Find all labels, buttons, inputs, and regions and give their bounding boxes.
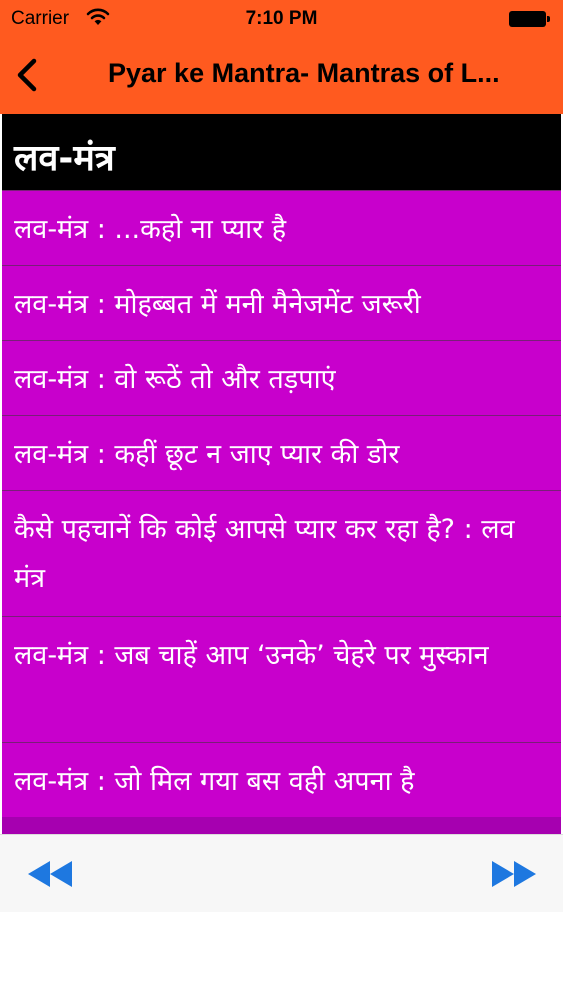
mantra-list[interactable]: लव-मंत्र लव-मंत्र : ...कहो ना प्यार है ल… bbox=[2, 114, 561, 834]
list-item[interactable]: कैसे पहचानें कि कोई आपसे प्यार कर रहा है… bbox=[2, 490, 561, 616]
page-title: Pyar ke Mantra- Mantras of L... bbox=[108, 58, 500, 88]
status-time: 7:10 PM bbox=[245, 8, 318, 29]
status-bar: Carrier 7:10 PM bbox=[0, 0, 563, 38]
section-header: लव-मंत्र bbox=[2, 114, 561, 190]
rewind-icon[interactable] bbox=[28, 861, 72, 887]
bottom-toolbar bbox=[0, 834, 563, 912]
chevron-left-icon[interactable] bbox=[10, 56, 50, 96]
battery-icon bbox=[509, 11, 551, 27]
navigation-bar: Pyar ke Mantra- Mantras of L... bbox=[0, 38, 563, 114]
list-item[interactable]: लव-मंत्र : जो मिल गया बस वही अपना है bbox=[2, 742, 561, 817]
fast-forward-icon[interactable] bbox=[492, 861, 536, 887]
list-item[interactable]: लव-मंत्र : ...कहो ना प्यार है bbox=[2, 190, 561, 265]
list-item[interactable]: लव-मंत्र : मोहब्बत में मनी मैनेजमेंट जरू… bbox=[2, 265, 561, 340]
list-item[interactable]: लव-मंत्र : जब चाहें आप ‘उनके’ चेहरे पर म… bbox=[2, 616, 561, 742]
list-item[interactable]: लव-मंत्र : वो रूठें तो और तड़पाएं bbox=[2, 340, 561, 415]
list-item[interactable]: लव-मंत्र : कहीं छूट न जाए प्यार की डोर bbox=[2, 415, 561, 490]
